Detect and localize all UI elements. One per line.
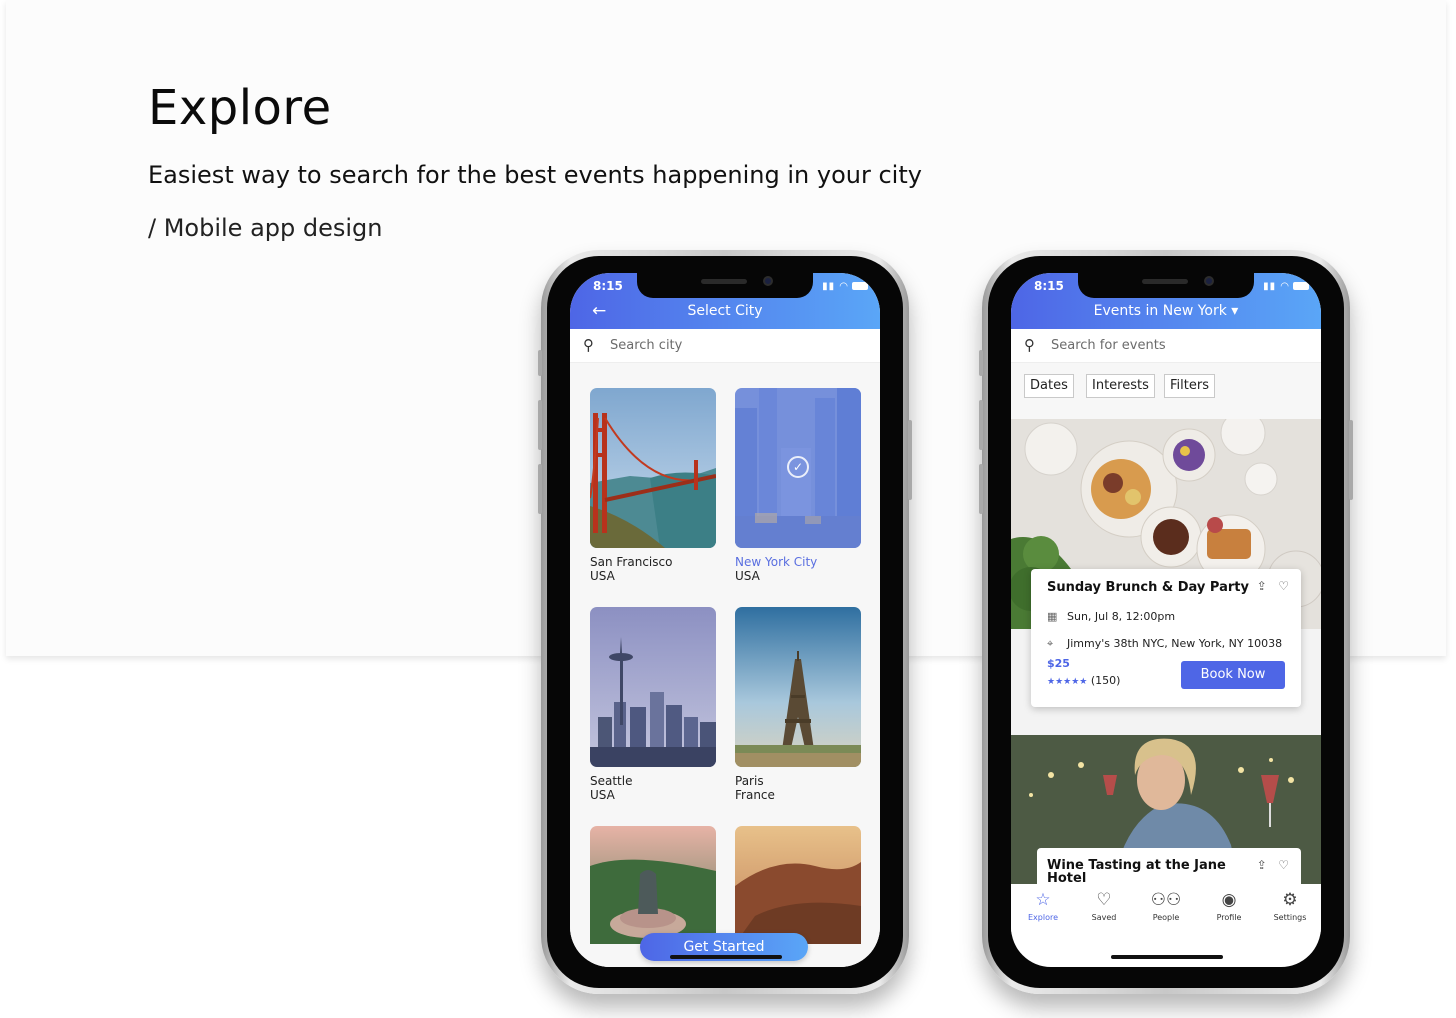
- heart-icon[interactable]: ♡: [1278, 579, 1289, 593]
- screen-title-dropdown[interactable]: Events in New York ▾: [1011, 303, 1321, 319]
- status-icons: ▮▮ ◠: [1263, 281, 1309, 292]
- city-image: [735, 607, 861, 767]
- event-title: Wine Tasting at the Jane Hotel: [1047, 858, 1226, 885]
- people-icon: ⚇⚇: [1150, 890, 1182, 910]
- event-actions: ⇪ ♡: [1257, 579, 1289, 593]
- event-location: Jimmy's 38th NYC, New York, NY 10038: [1067, 637, 1283, 650]
- event-price: $25: [1047, 657, 1070, 670]
- chip-dates[interactable]: Dates: [1024, 374, 1074, 398]
- home-indicator: [670, 955, 782, 959]
- project-tag: / Mobile app design: [148, 214, 383, 242]
- city-card-new-york[interactable]: ✓ New York City USA: [735, 388, 861, 583]
- search-icon: ⚲: [583, 336, 594, 354]
- event-card-partial[interactable]: Wine Tasting at the Jane Hotel ⇪ ♡: [1037, 848, 1301, 885]
- tab-label: People: [1152, 913, 1180, 922]
- phone-mockup-events: 8:15 ▮▮ ◠ Events in New York ▾ ⚲ Search …: [979, 250, 1353, 994]
- selected-check-icon: ✓: [787, 456, 809, 478]
- city-name: Seattle: [590, 774, 633, 788]
- city-image: [590, 826, 716, 944]
- status-icons: ▮▮ ◠: [822, 281, 868, 292]
- city-name: New York City: [735, 555, 818, 569]
- battery-icon: [852, 282, 868, 290]
- phone-mockup-select-city: 8:15 ▮▮ ◠ ← Select City ⚲ Search city Sa…: [538, 250, 912, 994]
- filter-chips: Dates Interests Filters: [1011, 363, 1321, 419]
- event-card[interactable]: Sunday Brunch & Day Party ⇪ ♡ ▦ Sun, Jul …: [1031, 569, 1301, 707]
- tab-label: Profile: [1216, 913, 1242, 922]
- rating-stars: ★★★★★: [1047, 677, 1088, 687]
- page-title: Explore: [148, 80, 332, 136]
- search-placeholder: Search for events: [1051, 338, 1166, 353]
- phone-notch: [1078, 273, 1254, 298]
- event-location-row: ⌖ Jimmy's 38th NYC, New York, NY 10038: [1047, 637, 1282, 651]
- tab-label: Saved: [1091, 913, 1117, 922]
- location-pin-icon: ⌖: [1047, 637, 1054, 650]
- event-rating: ★★★★★ (150): [1047, 674, 1120, 687]
- status-time: 8:15: [593, 279, 623, 293]
- share-icon[interactable]: ⇪: [1257, 579, 1267, 593]
- city-country: USA: [590, 569, 615, 583]
- share-icon[interactable]: ⇪: [1257, 858, 1267, 872]
- city-card-paris[interactable]: Paris France: [735, 607, 861, 802]
- profile-icon: ◉: [1221, 890, 1237, 910]
- event-title: Sunday Brunch & Day Party: [1047, 580, 1249, 595]
- tab-label: Explore: [1027, 913, 1059, 922]
- city-country: France: [735, 788, 775, 802]
- event-search-input[interactable]: ⚲ Search for events: [1011, 329, 1321, 363]
- phone-notch: [637, 273, 813, 298]
- city-search-input[interactable]: ⚲ Search city: [570, 329, 880, 363]
- event-date-row: ▦ Sun, Jul 8, 12:00pm: [1047, 610, 1175, 623]
- screen-title: Select City: [687, 303, 763, 319]
- phone-screen: 8:15 ▮▮ ◠ Events in New York ▾ ⚲ Search …: [1011, 273, 1321, 967]
- calendar-icon: ▦: [1047, 610, 1058, 623]
- city-name: San Francisco: [590, 555, 673, 569]
- tab-explore[interactable]: ☆ Explore: [1015, 890, 1071, 922]
- tab-people[interactable]: ⚇⚇ People: [1138, 890, 1194, 922]
- event-feed: Sunday Brunch & Day Party ⇪ ♡ ▦ Sun, Jul …: [1011, 419, 1321, 885]
- city-image: [590, 388, 716, 548]
- city-name: Paris: [735, 774, 764, 788]
- heart-icon[interactable]: ♡: [1278, 858, 1289, 872]
- phone-screen: 8:15 ▮▮ ◠ ← Select City ⚲ Search city Sa…: [570, 273, 880, 967]
- city-country: USA: [590, 788, 615, 802]
- chip-interests[interactable]: Interests: [1086, 374, 1155, 398]
- city-image: ✓: [735, 388, 861, 548]
- city-image: [735, 826, 861, 944]
- city-card-seattle[interactable]: Seattle USA: [590, 607, 716, 802]
- tab-label: Settings: [1273, 913, 1307, 922]
- city-card-partial[interactable]: [590, 826, 716, 944]
- city-image: [590, 607, 716, 767]
- tab-profile[interactable]: ◉ Profile: [1201, 890, 1257, 922]
- review-count: (150): [1090, 674, 1121, 687]
- chip-filters[interactable]: Filters: [1164, 374, 1215, 398]
- event-date: Sun, Jul 8, 12:00pm: [1067, 610, 1176, 623]
- tab-saved[interactable]: ♡ Saved: [1076, 890, 1132, 922]
- star-icon: ☆: [1035, 890, 1051, 910]
- gear-icon: ⚙: [1282, 890, 1298, 910]
- city-country: USA: [735, 569, 760, 583]
- home-indicator: [1111, 955, 1223, 959]
- heart-icon: ♡: [1096, 890, 1112, 910]
- status-time: 8:15: [1034, 279, 1064, 293]
- book-now-button[interactable]: Book Now: [1181, 661, 1285, 689]
- tab-settings[interactable]: ⚙ Settings: [1262, 890, 1318, 922]
- city-card-san-francisco[interactable]: San Francisco USA: [590, 388, 716, 583]
- city-card-partial-2[interactable]: [735, 826, 861, 944]
- event-actions: ⇪ ♡: [1257, 858, 1289, 872]
- bottom-tab-bar: ☆ Explore ♡ Saved ⚇⚇ People ◉ Profile ⚙ …: [1011, 884, 1321, 934]
- battery-icon: [1293, 282, 1309, 290]
- page-subtitle: Easiest way to search for the best event…: [148, 161, 922, 189]
- search-placeholder: Search city: [610, 338, 683, 353]
- search-icon: ⚲: [1024, 336, 1035, 354]
- city-grid: San Francisco USA ✓ New York City USA Se…: [570, 363, 880, 967]
